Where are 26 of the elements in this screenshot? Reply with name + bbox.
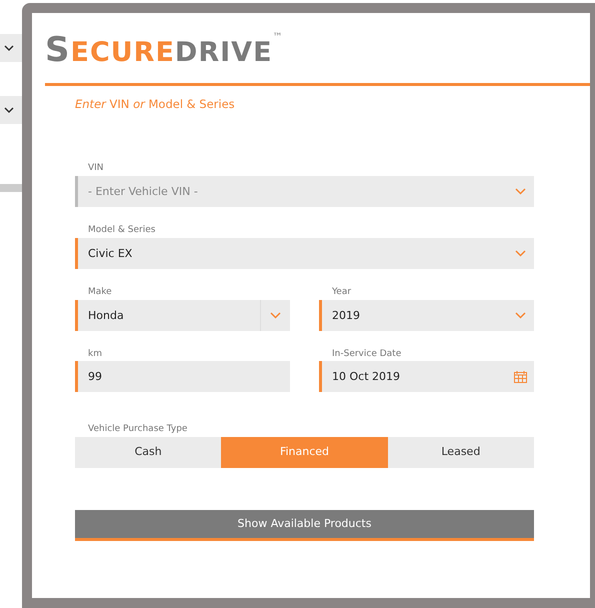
- dropdown-field[interactable]: Civic EX: [75, 238, 534, 269]
- purchase-type-option[interactable]: Cash: [75, 437, 222, 468]
- field-label: km: [88, 348, 103, 360]
- purchase-type-option[interactable]: Leased: [388, 437, 534, 468]
- dropdown-field[interactable]: Honda: [75, 300, 290, 331]
- field-label: VIN: [88, 163, 105, 174]
- logo: S ECUREDRIVE™: [45, 29, 285, 72]
- chevron-down-icon: [514, 250, 526, 257]
- show-products-button[interactable]: Show Available Products: [75, 510, 534, 542]
- dropdown-field[interactable]: - Enter Vehicle VIN -: [75, 176, 534, 208]
- dropdown-field[interactable]: 2019: [319, 300, 534, 331]
- field-label: In-Service Date: [332, 348, 402, 360]
- calendar-icon: [514, 370, 526, 383]
- section-heading: Enter VIN or Model & Series: [75, 96, 236, 113]
- field-label: Make: [88, 286, 113, 298]
- chevron-down-icon: [4, 44, 14, 52]
- chevron-down-icon: [4, 106, 14, 114]
- input-field[interactable]: 99: [75, 361, 290, 392]
- chevron-down-icon: [514, 312, 526, 319]
- chevron-down-icon: [270, 312, 281, 319]
- field-label: Vehicle Purchase Type: [88, 424, 188, 436]
- field-label: Year: [332, 286, 352, 298]
- chevron-down-icon: [514, 188, 526, 196]
- field-label: Model & Series: [88, 225, 156, 236]
- date-field[interactable]: 10 Oct 2019: [319, 361, 534, 392]
- background-bar: [0, 184, 22, 192]
